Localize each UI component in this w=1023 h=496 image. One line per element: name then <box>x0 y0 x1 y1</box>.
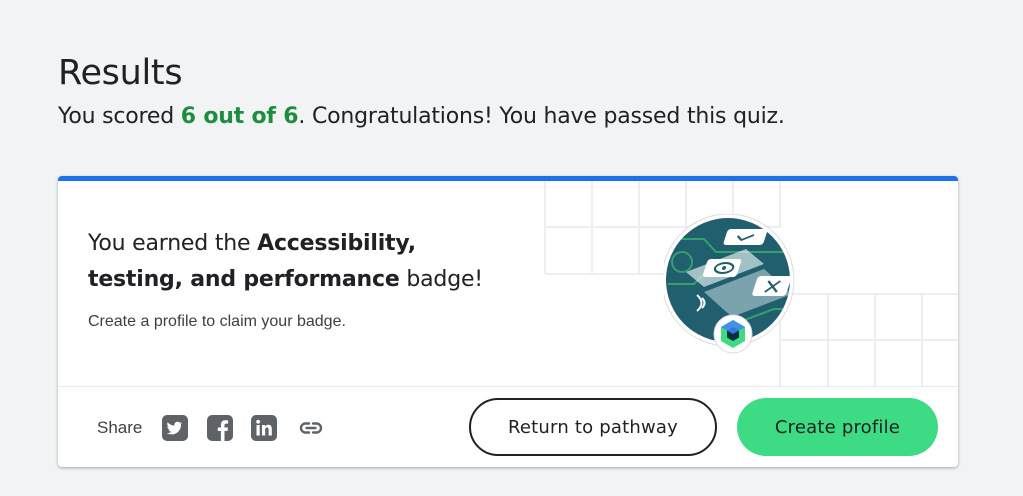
facebook-icon[interactable] <box>207 415 233 441</box>
score-prefix: You scored <box>58 104 181 129</box>
badge-heading: You earned the Accessibility, testing, a… <box>88 226 508 298</box>
badge-heading-prefix: You earned the <box>88 231 258 256</box>
badge-heading-suffix: badge! <box>399 267 483 292</box>
badge-image <box>664 214 795 354</box>
badge-card: You earned the Accessibility, testing, a… <box>58 176 958 467</box>
linkedin-icon[interactable] <box>251 415 277 441</box>
link-icon[interactable] <box>298 415 324 441</box>
score-summary: You scored 6 out of 6. Congratulations! … <box>58 104 785 129</box>
page-title: Results <box>58 53 183 94</box>
score-value: 6 out of 6 <box>180 104 299 129</box>
badge-subtitle: Create a profile to claim your badge. <box>88 313 346 330</box>
share-label: Share <box>97 418 143 437</box>
score-suffix: . Congratulations! You have passed this … <box>298 104 785 129</box>
create-profile-button[interactable]: Create profile <box>737 398 938 456</box>
return-to-pathway-button[interactable]: Return to pathway <box>469 398 717 456</box>
twitter-icon[interactable] <box>162 415 188 441</box>
card-divider <box>58 386 958 387</box>
